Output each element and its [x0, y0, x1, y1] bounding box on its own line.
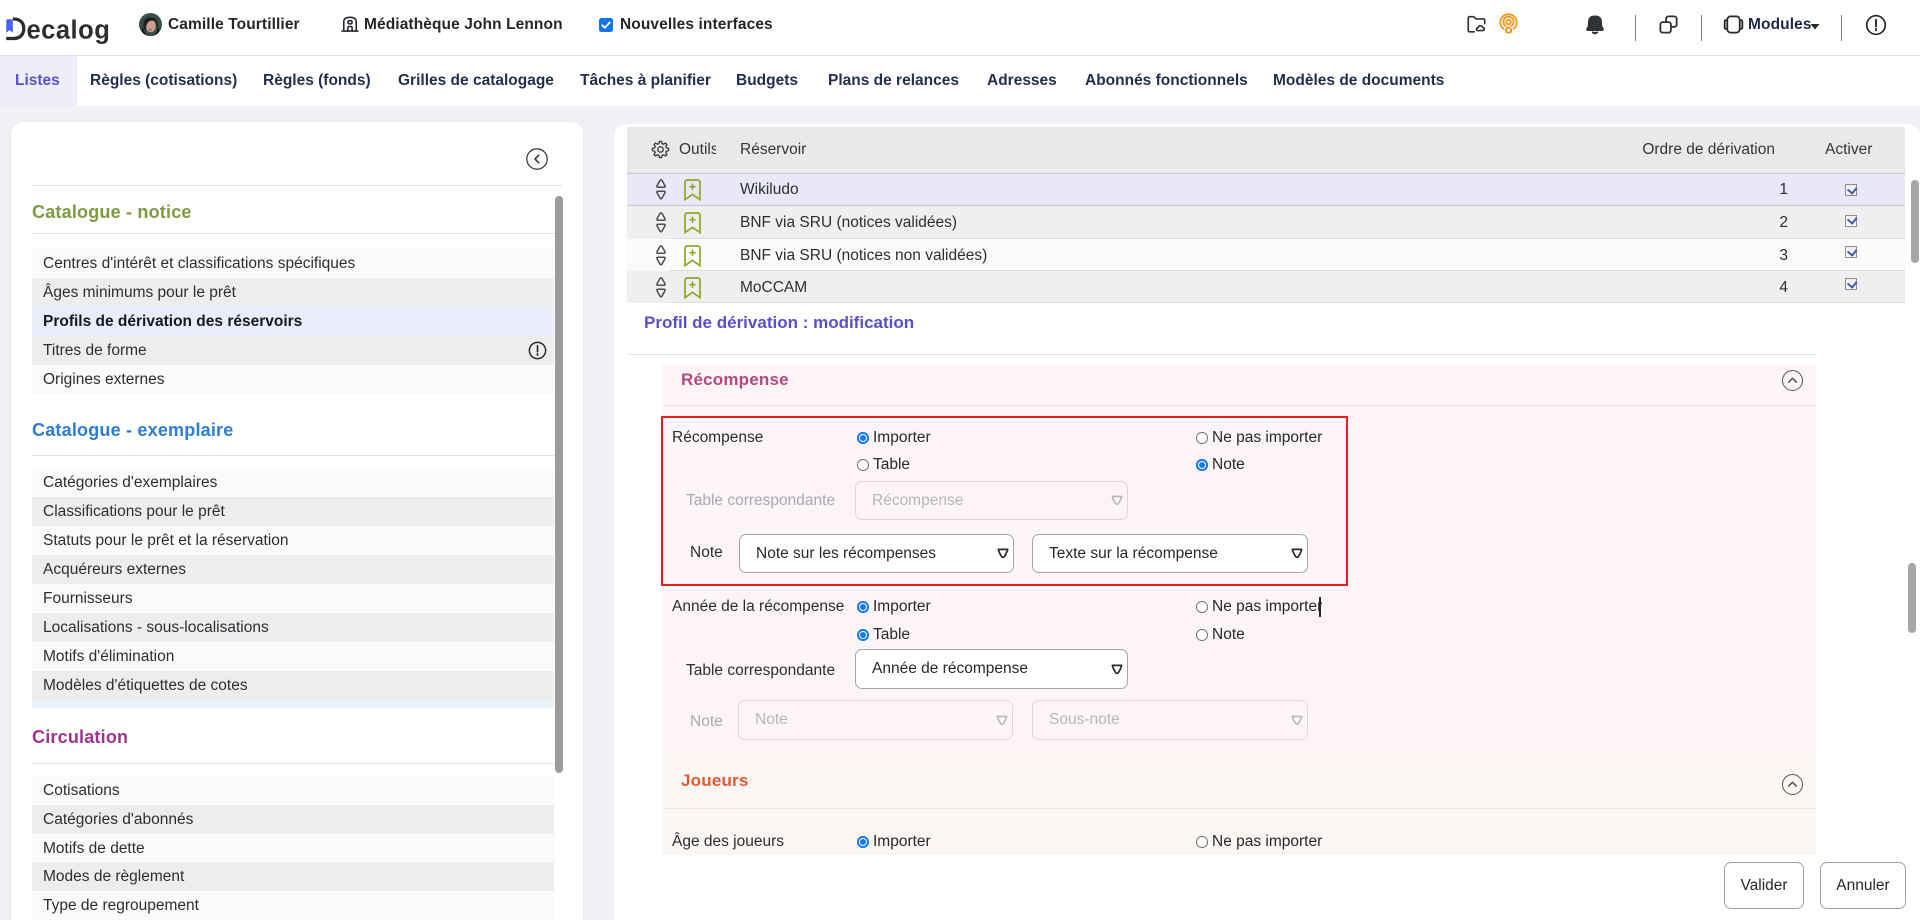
svg-text:ecalog: ecalog — [27, 17, 111, 45]
